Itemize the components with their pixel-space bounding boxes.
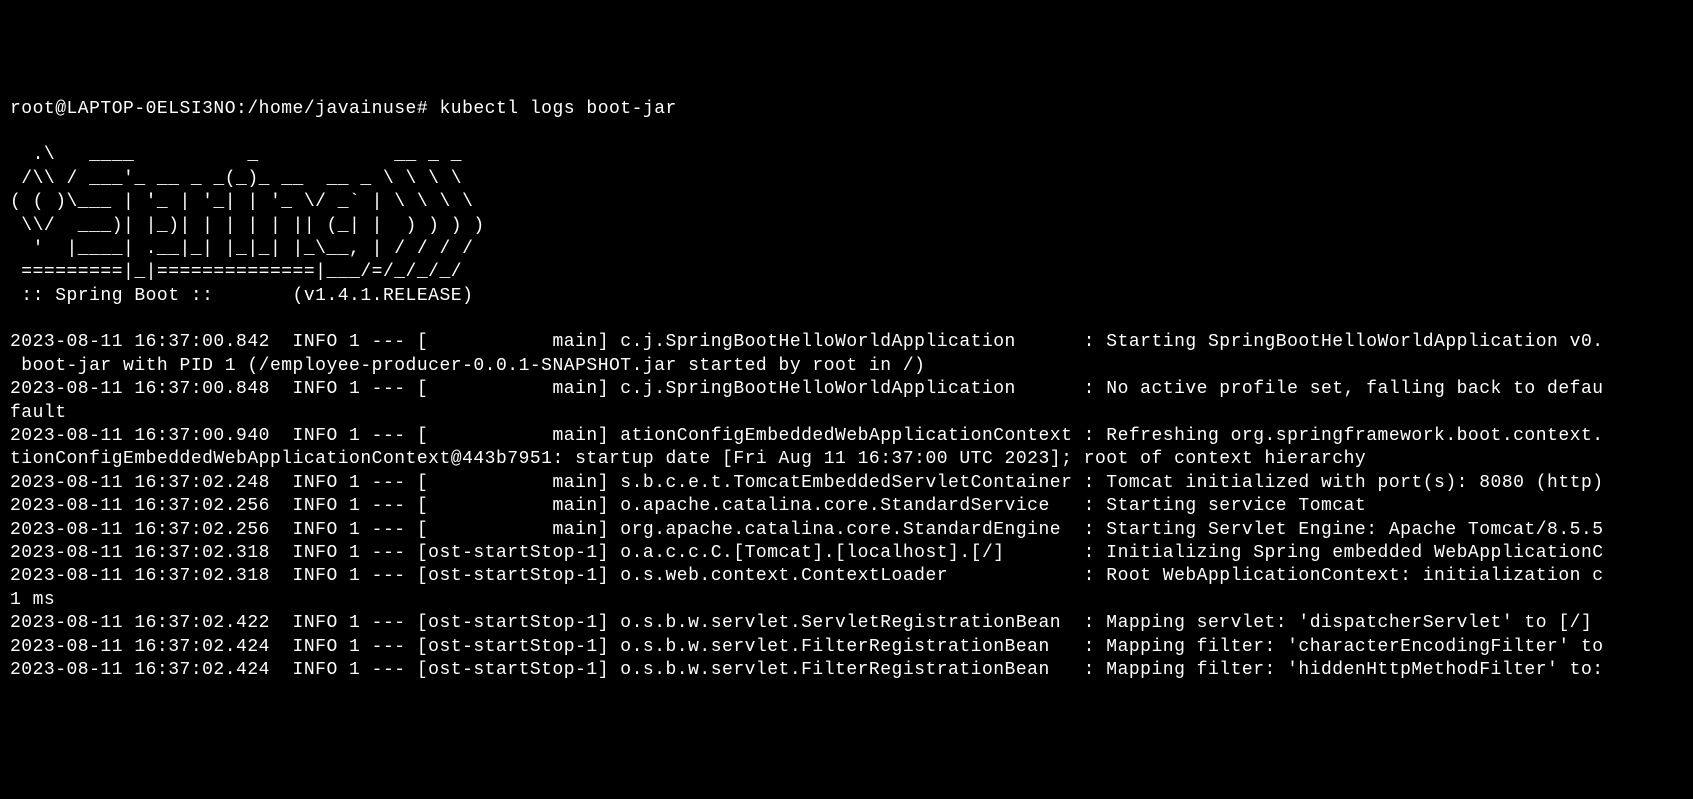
log-line: 2023-08-11 16:37:02.424 INFO 1 --- [ost-… bbox=[10, 660, 1604, 680]
spring-banner-line: .\ ____ _ __ _ _ bbox=[10, 145, 462, 165]
log-line: 2023-08-11 16:37:00.940 INFO 1 --- [ mai… bbox=[10, 426, 1604, 446]
command-prompt[interactable]: root@LAPTOP-0ELSI3NO:/home/javainuse# ku… bbox=[10, 99, 677, 119]
log-line: tionConfigEmbeddedWebApplicationContext@… bbox=[10, 449, 1366, 469]
log-line: boot-jar with PID 1 (/employee-producer-… bbox=[10, 356, 925, 376]
spring-banner-line: =========|_|==============|___/=/_/_/_/ bbox=[10, 262, 462, 282]
log-line: 2023-08-11 16:37:02.256 INFO 1 --- [ mai… bbox=[10, 520, 1604, 540]
spring-banner-version: :: Spring Boot :: (v1.4.1.RELEASE) bbox=[10, 286, 473, 306]
terminal-output: root@LAPTOP-0ELSI3NO:/home/javainuse# ku… bbox=[10, 98, 1683, 683]
log-line: 2023-08-11 16:37:02.248 INFO 1 --- [ mai… bbox=[10, 473, 1604, 493]
log-line: 2023-08-11 16:37:02.256 INFO 1 --- [ mai… bbox=[10, 496, 1366, 516]
spring-banner-line: ( ( )\___ | '_ | '_| | '_ \/ _` | \ \ \ … bbox=[10, 192, 473, 212]
spring-banner-line: \\/ ___)| |_)| | | | | || (_| | ) ) ) ) bbox=[10, 216, 485, 236]
spring-banner-line: /\\ / ___'_ __ _ _(_)_ __ __ _ \ \ \ \ bbox=[10, 169, 462, 189]
log-line: 1 ms bbox=[10, 590, 55, 610]
log-line: 2023-08-11 16:37:02.318 INFO 1 --- [ost-… bbox=[10, 566, 1604, 586]
log-line: 2023-08-11 16:37:02.318 INFO 1 --- [ost-… bbox=[10, 543, 1604, 563]
log-line: 2023-08-11 16:37:00.842 INFO 1 --- [ mai… bbox=[10, 332, 1604, 352]
log-line: 2023-08-11 16:37:00.848 INFO 1 --- [ mai… bbox=[10, 379, 1604, 399]
log-line: 2023-08-11 16:37:02.424 INFO 1 --- [ost-… bbox=[10, 637, 1604, 657]
log-line: 2023-08-11 16:37:02.422 INFO 1 --- [ost-… bbox=[10, 613, 1592, 633]
spring-banner-line: ' |____| .__|_| |_|_| |_\__, | / / / / bbox=[10, 239, 473, 259]
log-line: fault bbox=[10, 403, 67, 423]
